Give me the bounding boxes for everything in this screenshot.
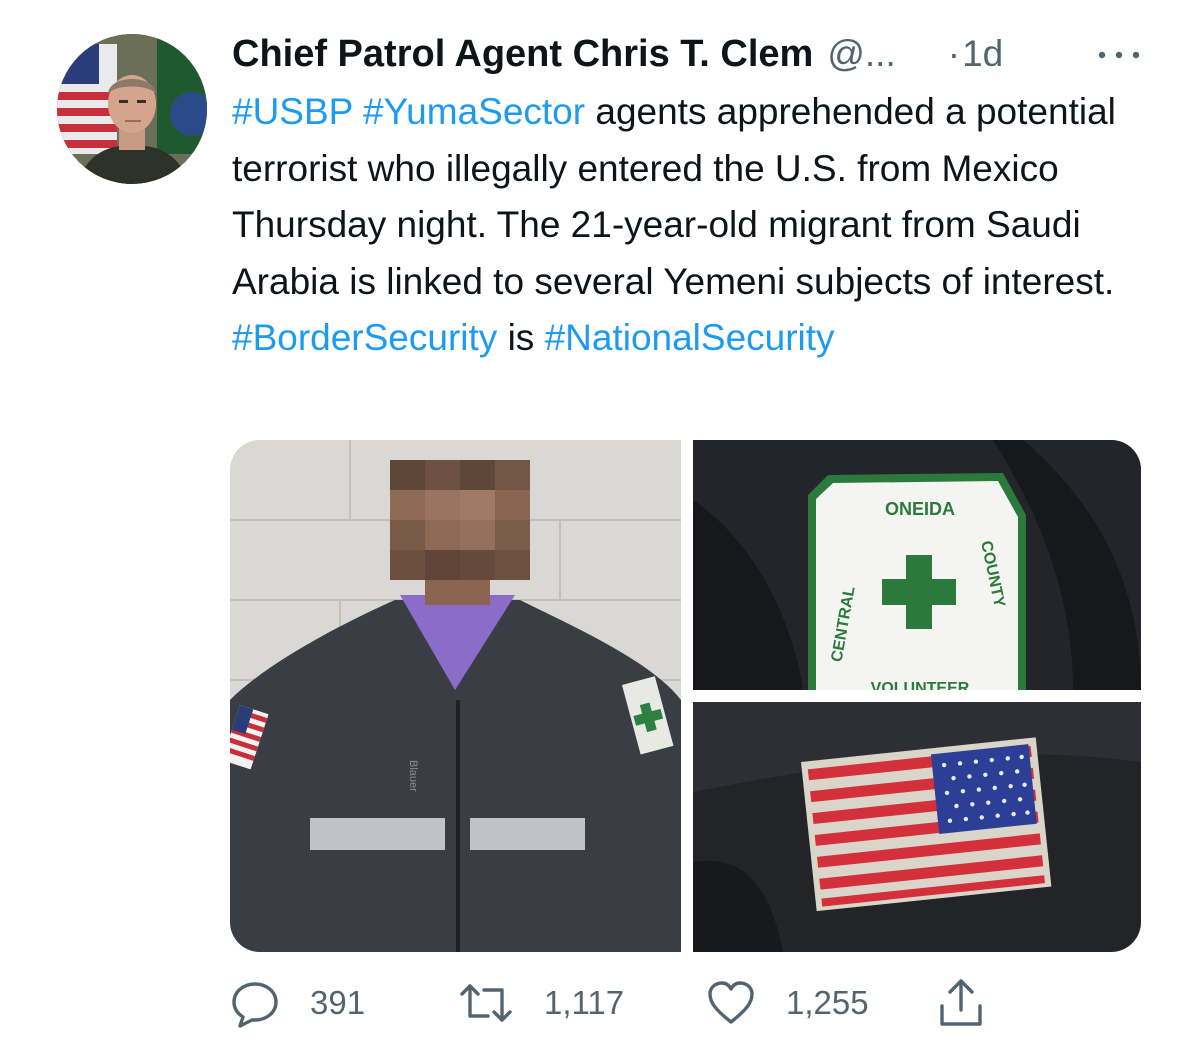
photo-person[interactable]: Blauer bbox=[230, 440, 681, 952]
share-button[interactable] bbox=[936, 975, 986, 1031]
jacket-label: Blauer bbox=[407, 760, 419, 792]
photo-patch[interactable]: ONEIDA CENTRAL COUNTY VOLUNTEER bbox=[693, 440, 1141, 690]
retweet-icon bbox=[458, 978, 514, 1028]
photo-flag[interactable] bbox=[693, 702, 1141, 952]
tweet-connector: is bbox=[497, 317, 545, 358]
tweet-header: Chief Patrol Agent Chris T. Clem @... · … bbox=[232, 24, 1152, 84]
share-icon bbox=[936, 976, 986, 1030]
retweet-count: 1,117 bbox=[544, 984, 625, 1021]
like-count: 1,255 bbox=[786, 984, 869, 1021]
hashtag-bordersecurity[interactable]: #BorderSecurity bbox=[232, 317, 497, 358]
author-display-name[interactable]: Chief Patrol Agent Chris T. Clem bbox=[232, 33, 813, 76]
more-icon[interactable] bbox=[1094, 40, 1144, 70]
heart-icon bbox=[706, 978, 756, 1028]
timestamp[interactable]: 1d bbox=[962, 33, 1003, 75]
reply-count: 391 bbox=[310, 984, 366, 1021]
action-bar: 391 1,117 1,255 bbox=[230, 975, 1150, 1035]
tweet[interactable]: Chief Patrol Agent Chris T. Clem @... · … bbox=[0, 0, 1200, 1055]
tweet-text: #USBP #YumaSector agents apprehended a p… bbox=[232, 84, 1162, 367]
hashtag-nationalsecurity[interactable]: #NationalSecurity bbox=[545, 317, 835, 358]
avatar[interactable] bbox=[57, 34, 207, 184]
patch-text-bottom: VOLUNTEER bbox=[871, 680, 970, 690]
reply-button[interactable]: 391 bbox=[230, 975, 365, 1031]
author-handle[interactable]: @... bbox=[827, 33, 895, 75]
hashtag-yumasector[interactable]: #YumaSector bbox=[363, 91, 585, 132]
media-grid: Blauer ONEIDA CENTRAL COUNTY VOLUNTEER bbox=[230, 440, 1141, 952]
separator-dot: · bbox=[947, 33, 961, 74]
like-button[interactable]: 1,255 bbox=[706, 975, 869, 1031]
hashtag-usbp[interactable]: #USBP bbox=[232, 91, 353, 132]
retweet-button[interactable]: 1,117 bbox=[458, 975, 624, 1031]
reply-icon bbox=[230, 978, 280, 1028]
patch-text-top: ONEIDA bbox=[885, 499, 955, 519]
